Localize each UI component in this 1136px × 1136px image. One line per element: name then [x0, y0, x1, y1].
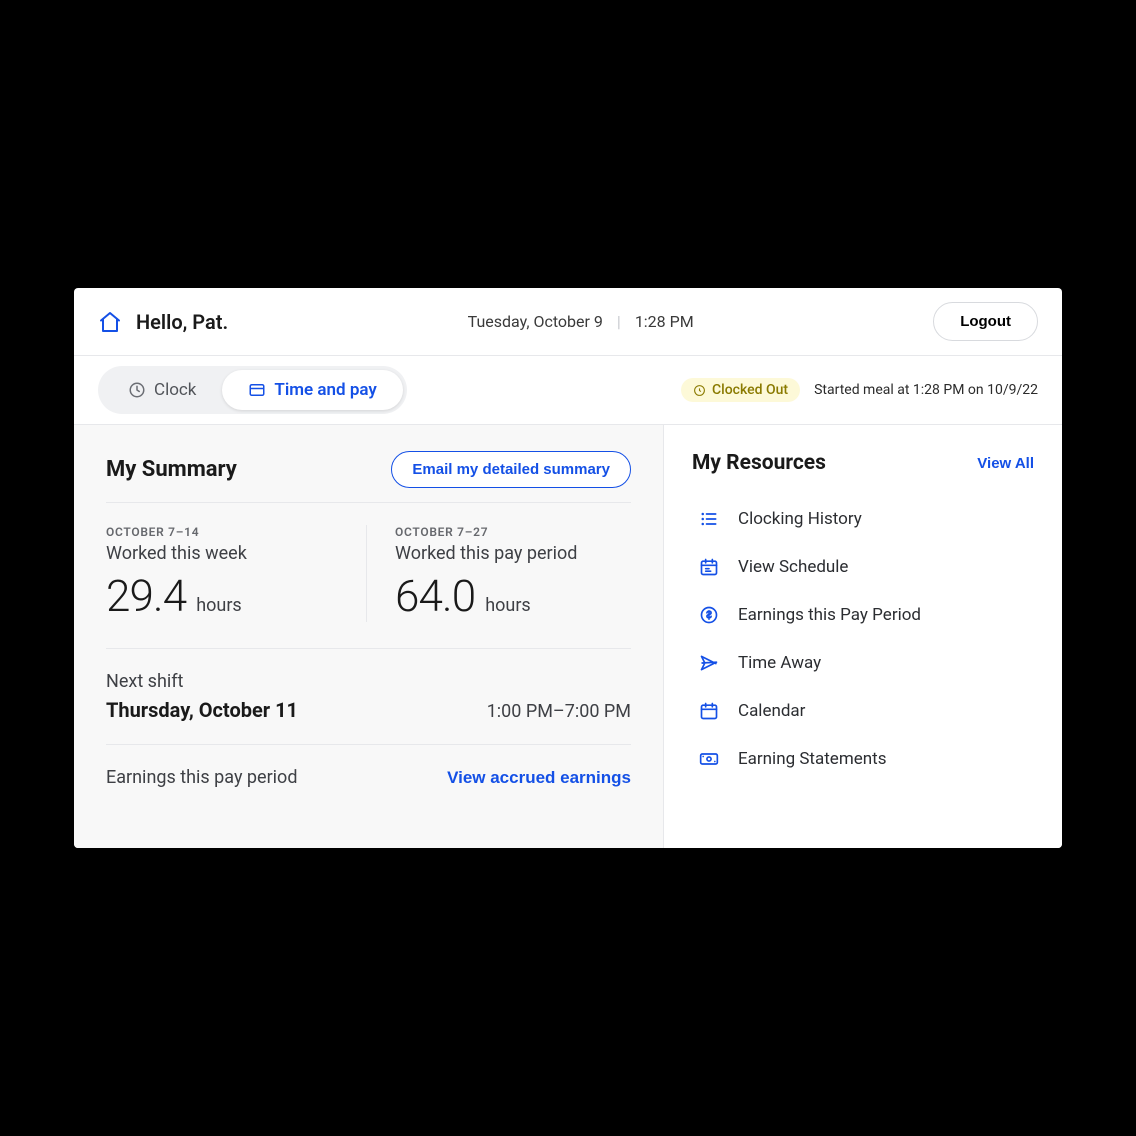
email-summary-button[interactable]: Email my detailed summary — [391, 451, 631, 488]
app-window: Hello, Pat. Tuesday, October 9 | 1:28 PM… — [74, 288, 1062, 848]
my-resources-panel: My Resources View All Clocking History V… — [664, 425, 1062, 848]
clock-icon — [128, 381, 146, 399]
my-summary-panel: My Summary Email my detailed summary OCT… — [74, 425, 664, 848]
divider — [106, 502, 631, 503]
resource-time-away[interactable]: Time Away — [692, 641, 1034, 685]
period-hours-unit: hours — [485, 595, 531, 616]
tab-strip: Clock Time and pay Clocked Out Started m… — [74, 356, 1062, 425]
date-time: Tuesday, October 9 | 1:28 PM — [228, 312, 933, 331]
plane-icon — [698, 653, 720, 673]
clock-status-pill: Clocked Out — [681, 378, 800, 402]
next-shift-date: Thursday, October 11 — [106, 698, 298, 722]
worked-stats: OCTOBER 7–14 Worked this week 29.4 hours… — [106, 525, 631, 649]
resources-list: Clocking History View Schedule Earnings … — [692, 497, 1034, 781]
period-label: Worked this pay period — [395, 543, 631, 564]
worked-this-week: OCTOBER 7–14 Worked this week 29.4 hours — [106, 525, 367, 622]
current-date: Tuesday, October 9 — [468, 312, 603, 331]
logout-button[interactable]: Logout — [933, 302, 1038, 341]
resource-view-schedule[interactable]: View Schedule — [692, 545, 1034, 589]
next-shift-time: 1:00 PM–7:00 PM — [487, 701, 631, 722]
my-resources-title: My Resources — [692, 451, 826, 475]
date-time-separator: | — [617, 312, 621, 331]
calendar-icon — [698, 701, 720, 721]
week-range: OCTOBER 7–14 — [106, 525, 342, 539]
home-icon[interactable] — [98, 310, 122, 334]
tab-time-and-pay[interactable]: Time and pay — [222, 370, 402, 410]
pay-icon — [248, 381, 266, 399]
worked-this-period: OCTOBER 7–27 Worked this pay period 64.0… — [367, 525, 631, 622]
week-hours-value: 29.4 — [106, 570, 186, 622]
view-all-resources-link[interactable]: View All — [977, 455, 1034, 472]
my-summary-title: My Summary — [106, 457, 237, 482]
calendar-schedule-icon — [698, 557, 720, 577]
period-hours-value: 64.0 — [395, 570, 475, 622]
dollar-circle-icon — [698, 605, 720, 625]
resource-label: Earning Statements — [738, 749, 886, 769]
list-icon — [698, 509, 720, 529]
tab-clock-label: Clock — [154, 380, 196, 400]
resource-label: Time Away — [738, 653, 821, 673]
resource-label: Calendar — [738, 701, 805, 721]
view-accrued-earnings-link[interactable]: View accrued earnings — [447, 768, 631, 788]
content-area: My Summary Email my detailed summary OCT… — [74, 425, 1062, 848]
week-hours-unit: hours — [196, 595, 242, 616]
resource-earning-statements[interactable]: Earning Statements — [692, 737, 1034, 781]
banknote-icon — [698, 749, 720, 769]
earnings-section: Earnings this pay period View accrued ea… — [106, 745, 631, 788]
tab-group: Clock Time and pay — [98, 366, 407, 414]
next-shift-label: Next shift — [106, 671, 631, 692]
resource-earnings-this-period[interactable]: Earnings this Pay Period — [692, 593, 1034, 637]
resource-clocking-history[interactable]: Clocking History — [692, 497, 1034, 541]
greeting-text: Hello, Pat. — [136, 310, 228, 334]
tab-time-and-pay-label: Time and pay — [274, 380, 376, 400]
week-label: Worked this week — [106, 543, 342, 564]
status-area: Clocked Out Started meal at 1:28 PM on 1… — [681, 378, 1038, 402]
top-bar: Hello, Pat. Tuesday, October 9 | 1:28 PM… — [74, 288, 1062, 356]
clock-status-text: Clocked Out — [712, 382, 788, 398]
earnings-label: Earnings this pay period — [106, 767, 297, 788]
tab-clock[interactable]: Clock — [102, 370, 222, 410]
resource-label: Clocking History — [738, 509, 862, 529]
next-shift-section: Next shift Thursday, October 11 1:00 PM–… — [106, 649, 631, 745]
resource-label: Earnings this Pay Period — [738, 605, 921, 625]
clock-status-detail: Started meal at 1:28 PM on 10/9/22 — [814, 382, 1038, 398]
resource-calendar[interactable]: Calendar — [692, 689, 1034, 733]
resource-label: View Schedule — [738, 557, 848, 577]
period-range: OCTOBER 7–27 — [395, 525, 631, 539]
current-time: 1:28 PM — [635, 312, 694, 331]
